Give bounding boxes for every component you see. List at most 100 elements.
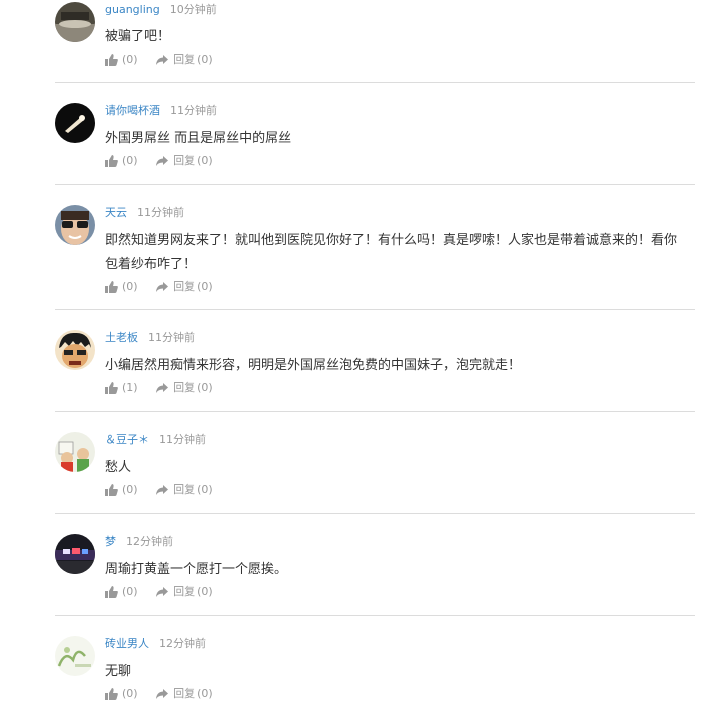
comment-text: 被骗了吧！ <box>105 29 171 44</box>
user-avatar[interactable] <box>55 103 95 143</box>
avatar-dark-photo-icon <box>55 2 95 42</box>
comment-username[interactable]: ＆豆子＊ <box>105 433 149 446</box>
like-button[interactable]: (0) <box>105 280 138 294</box>
user-avatar[interactable] <box>55 636 95 676</box>
thumbs-up-icon <box>105 688 118 700</box>
comment-username[interactable]: 梦 <box>105 535 116 548</box>
reply-label: 回复 <box>173 53 196 66</box>
comment-time: 12分钟前 <box>126 535 173 548</box>
comment-item: 请你喝杯酒 11分钟前 外国男屌丝 而且是屌丝中的屌丝 (0) 回复 (0) <box>55 83 695 185</box>
reply-label: 回复 <box>173 483 196 496</box>
comment-text: 即然知道男网友来了！就叫他到医院见你好了！有什么吗！真是啰嗦！人家也是带着诚意来… <box>105 233 678 272</box>
thumbs-up-icon <box>105 382 118 394</box>
reply-count: (0) <box>197 585 213 598</box>
reply-arrow-icon <box>156 587 169 597</box>
reply-button[interactable]: 回复 (0) <box>155 585 213 599</box>
comment-text: 愁人 <box>105 460 132 475</box>
reply-arrow-icon <box>156 55 169 65</box>
thumbs-up-icon <box>105 281 118 293</box>
like-button[interactable]: (0) <box>105 53 138 67</box>
comment-item: 土老板 11分钟前 小编居然用痴情来形容，明明是外国屌丝泡免费的中国妹子，泡完就走… <box>55 310 695 412</box>
user-avatar[interactable] <box>55 330 95 370</box>
like-count: (1) <box>122 381 138 394</box>
comment-username[interactable]: 天云 <box>105 206 127 219</box>
reply-label: 回复 <box>173 280 196 293</box>
reply-label: 回复 <box>173 154 196 167</box>
comment-actions: (1) 回复 (0) <box>105 381 213 398</box>
comment-username[interactable]: 土老板 <box>105 331 138 344</box>
comment-meta: 天云 11分钟前 <box>105 206 184 220</box>
avatar-green-drawing-icon <box>55 636 95 676</box>
comment-time: 11分钟前 <box>137 206 184 219</box>
like-count: (0) <box>122 280 138 293</box>
comment-item: 梦 12分钟前 周瑜打黄盖一个愿打一个愿挨。 (0) 回复 (0) <box>55 514 695 616</box>
like-button[interactable]: (0) <box>105 687 138 701</box>
reply-count: (0) <box>197 687 213 700</box>
avatar-black-with-light-icon <box>55 103 95 143</box>
like-button[interactable]: (0) <box>105 154 138 168</box>
like-count: (0) <box>122 53 138 66</box>
reply-count: (0) <box>197 53 213 66</box>
like-button[interactable]: (0) <box>105 585 138 599</box>
comment-meta: ＆豆子＊ 11分钟前 <box>105 433 206 447</box>
comment-meta: 砖业男人 12分钟前 <box>105 637 206 651</box>
like-count: (0) <box>122 154 138 167</box>
thumbs-up-icon <box>105 155 118 167</box>
reply-arrow-icon <box>156 689 169 699</box>
comment-time: 11分钟前 <box>148 331 195 344</box>
comment-meta: 土老板 11分钟前 <box>105 331 195 345</box>
user-avatar[interactable] <box>55 534 95 574</box>
like-button[interactable]: (0) <box>105 483 138 497</box>
comment-meta: 梦 12分钟前 <box>105 535 173 549</box>
avatar-night-lights-icon <box>55 534 95 574</box>
comment-time: 11分钟前 <box>159 433 206 446</box>
reply-label: 回复 <box>173 381 196 394</box>
thumbs-up-icon <box>105 484 118 496</box>
reply-count: (0) <box>197 280 213 293</box>
comment-actions: (0) 回复 (0) <box>105 483 213 500</box>
avatar-glasses-face-icon <box>55 205 95 245</box>
like-count: (0) <box>122 483 138 496</box>
comment-actions: (0) 回复 (0) <box>105 53 213 70</box>
comment-username[interactable]: guangling <box>105 3 160 16</box>
comment-item: 砖业男人 12分钟前 无聊 (0) 回复 (0) <box>55 616 695 708</box>
comment-actions: (0) 回复 (0) <box>105 280 213 297</box>
thumbs-up-icon <box>105 54 118 66</box>
comment-time: 12分钟前 <box>159 637 206 650</box>
user-avatar[interactable] <box>55 205 95 245</box>
reply-count: (0) <box>197 483 213 496</box>
comment-username[interactable]: 请你喝杯酒 <box>105 104 160 117</box>
reply-button[interactable]: 回复 (0) <box>155 53 213 67</box>
like-count: (0) <box>122 585 138 598</box>
comment-time: 10分钟前 <box>169 3 217 16</box>
comment-username[interactable]: 砖业男人 <box>105 637 149 650</box>
reply-button[interactable]: 回复 (0) <box>155 483 213 497</box>
comment-item: 天云 11分钟前 即然知道男网友来了！就叫他到医院见你好了！有什么吗！真是啰嗦！人… <box>55 185 695 310</box>
reply-button[interactable]: 回复 (0) <box>155 154 213 168</box>
user-avatar[interactable] <box>55 2 95 42</box>
like-button[interactable]: (1) <box>105 381 138 395</box>
comment-item: ＆豆子＊ 11分钟前 愁人 (0) 回复 (0) <box>55 412 695 514</box>
like-count: (0) <box>122 687 138 700</box>
avatar-cartoon-figures-icon <box>55 432 95 472</box>
avatar-cartoon-face-icon <box>55 330 95 370</box>
comment-list: guangling 10分钟前 被骗了吧！ (0) 回复 (0) 请你喝杯酒 11分钟… <box>0 0 712 708</box>
reply-arrow-icon <box>156 156 169 166</box>
reply-arrow-icon <box>156 282 169 292</box>
comment-actions: (0) 回复 (0) <box>105 585 213 602</box>
thumbs-up-icon <box>105 586 118 598</box>
comment-text: 外国男屌丝 而且是屌丝中的屌丝 <box>105 131 292 146</box>
reply-arrow-icon <box>156 383 169 393</box>
reply-count: (0) <box>197 154 213 167</box>
comment-meta: guangling 10分钟前 <box>105 3 217 17</box>
reply-button[interactable]: 回复 (0) <box>155 381 213 395</box>
reply-button[interactable]: 回复 (0) <box>155 687 213 701</box>
reply-button[interactable]: 回复 (0) <box>155 280 213 294</box>
comment-actions: (0) 回复 (0) <box>105 154 213 171</box>
reply-label: 回复 <box>173 585 196 598</box>
comment-text: 周瑜打黄盖一个愿打一个愿挨。 <box>105 562 288 577</box>
comment-text: 无聊 <box>105 664 132 679</box>
reply-arrow-icon <box>156 485 169 495</box>
reply-label: 回复 <box>173 687 196 700</box>
user-avatar[interactable] <box>55 432 95 472</box>
